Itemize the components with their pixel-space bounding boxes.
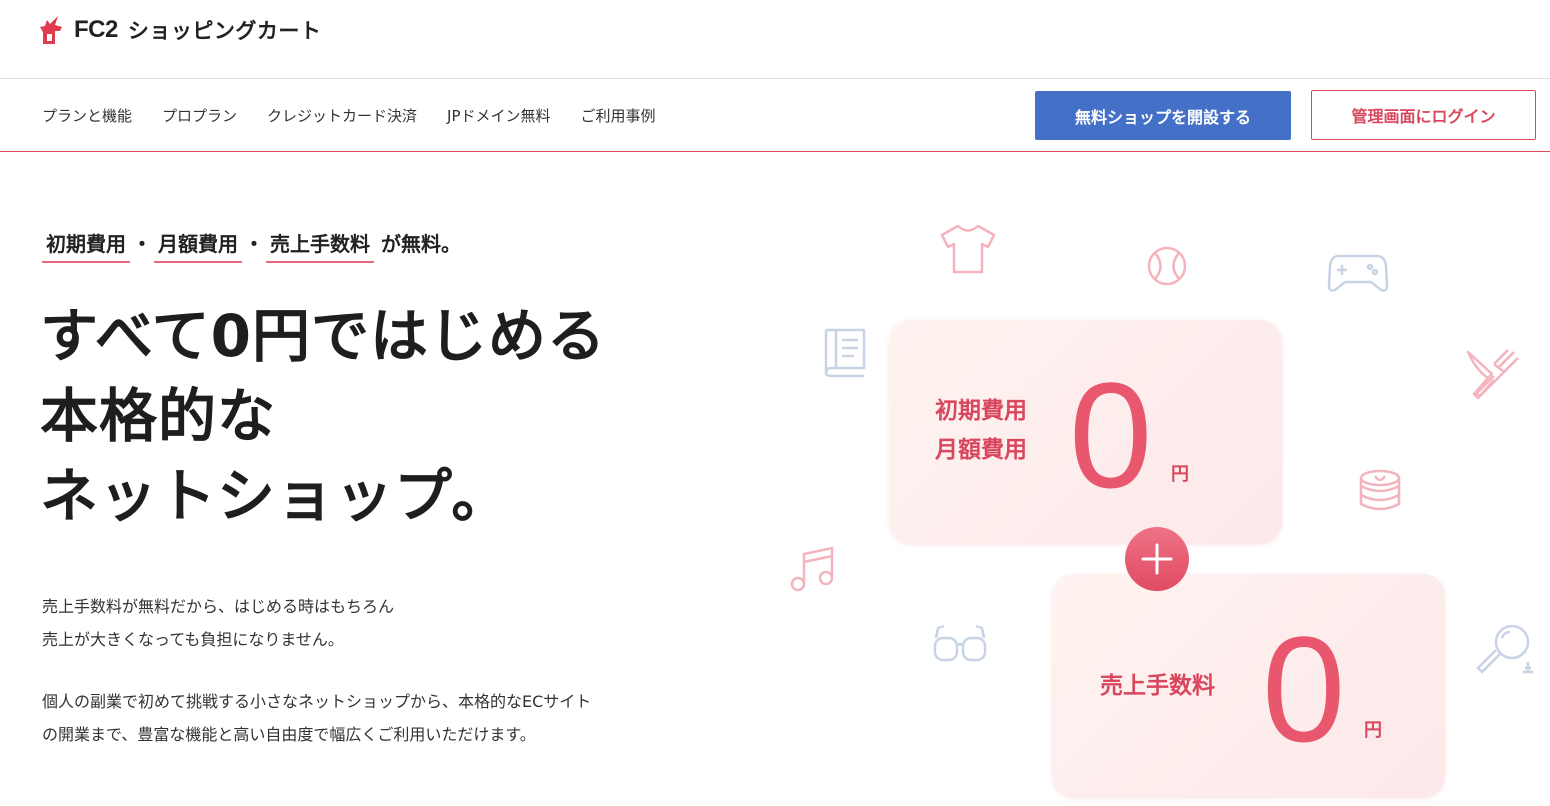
open-free-shop-button[interactable]: 無料ショップを開設する xyxy=(1035,91,1291,140)
initial-cost-label: 初期費用 xyxy=(935,398,1027,424)
tshirt-icon xyxy=(940,224,996,274)
tag-initial-cost: 初期費用 xyxy=(42,228,130,263)
description-line: 売上手数料が無料だから、はじめる時はもちろん xyxy=(42,597,395,616)
logo-service-name: ショッピングカート xyxy=(127,19,322,43)
hero-description-2: 個人の副業で初めて挑戦する小さなネットショップから、本格的なECサイト の開業ま… xyxy=(42,685,591,751)
hero-title-line: すべて0円ではじめる xyxy=(40,302,606,370)
sales-fee-yen-unit: 円 xyxy=(1364,720,1382,741)
description-line: 個人の副業で初めて挑戦する小さなネットショップから、本格的なECサイト xyxy=(42,692,592,711)
baseball-icon xyxy=(1147,246,1187,286)
fixed-fees-zero-value: 0 xyxy=(1069,351,1153,519)
description-line: 売上が大きくなっても負担になりません。 xyxy=(42,630,344,649)
logo-fc2-text: FC2 xyxy=(74,16,118,43)
hero-description-1: 売上手数料が無料だから、はじめる時はもちろん 売上が大きくなっても負担になりませ… xyxy=(42,590,394,656)
pancake-icon xyxy=(1359,469,1401,511)
nav-link-jp-domain[interactable]: JPドメイン無料 xyxy=(447,105,550,126)
book-icon xyxy=(824,328,866,378)
sales-fee-zero-value: 0 xyxy=(1262,605,1346,773)
description-line: の開業まで、豊富な機能と高い自由度で幅広くご利用いただけます。 xyxy=(42,725,536,744)
price-card-sales-fee: 売上手数料 0 円 xyxy=(1052,574,1445,798)
top-bar: FC2 ショッピングカート xyxy=(0,0,1550,79)
plus-icon xyxy=(1125,527,1189,591)
fixed-fees-label: 初期費用 月額費用 xyxy=(935,392,1027,470)
sales-fee-label: 売上手数料 xyxy=(1100,667,1215,706)
main-nav: プランと機能 プロプラン クレジットカード決済 JPドメイン無料 ご利用事例 無… xyxy=(0,79,1550,152)
nav-link-plans[interactable]: プランと機能 xyxy=(42,105,132,126)
monthly-cost-label: 月額費用 xyxy=(935,437,1027,463)
tag-monthly-cost: 月額費用 xyxy=(154,228,242,263)
nav-link-case-studies[interactable]: ご利用事例 xyxy=(581,105,656,126)
price-card-fixed-fees: 初期費用 月額費用 0 円 xyxy=(889,320,1282,544)
plus-glyph-icon xyxy=(1141,543,1173,575)
hero-title: すべて0円ではじめる 本格的な ネットショップ。 xyxy=(40,296,606,536)
tag-sales-fee: 売上手数料 xyxy=(266,228,374,263)
glasses-icon xyxy=(933,624,987,662)
hero-tagline: 初期費用・月額費用・売上手数料 が無料。 xyxy=(42,228,461,263)
fork-knife-icon xyxy=(1466,349,1519,400)
tag-separator: ・ xyxy=(132,232,152,256)
magnifier-icon xyxy=(1476,624,1533,674)
gamepad-icon xyxy=(1327,254,1389,292)
logo-link[interactable]: FC2 ショッピングカート xyxy=(38,14,321,46)
hero-title-line: 本格的な xyxy=(40,382,277,450)
sales-fee-label-text: 売上手数料 xyxy=(1100,673,1215,699)
admin-login-button[interactable]: 管理画面にログイン xyxy=(1311,90,1536,140)
nav-link-credit-card[interactable]: クレジットカード決済 xyxy=(267,105,417,126)
fixed-fees-yen-unit: 円 xyxy=(1171,464,1189,485)
nav-links: プランと機能 プロプラン クレジットカード決済 JPドメイン無料 ご利用事例 xyxy=(42,105,656,126)
music-note-icon xyxy=(790,546,834,592)
nav-link-pro-plan[interactable]: プロプラン xyxy=(162,105,237,126)
tag-separator: ・ xyxy=(244,232,264,256)
tag-suffix: が無料。 xyxy=(380,232,461,256)
hero-title-line: ネットショップ。 xyxy=(40,462,511,530)
unicorn-logo-icon xyxy=(40,16,62,44)
